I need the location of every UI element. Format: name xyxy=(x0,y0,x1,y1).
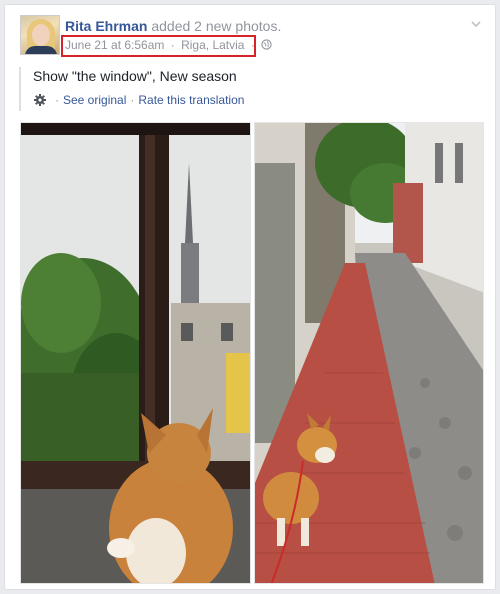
links-separator: · xyxy=(55,93,59,107)
author-name[interactable]: Rita Ehrman xyxy=(65,18,147,34)
dog-on-street-photo[interactable] xyxy=(254,122,484,584)
annotation-highlight-box xyxy=(61,35,256,57)
avatar[interactable] xyxy=(20,15,60,55)
rate-translation-link[interactable]: Rate this translation xyxy=(138,93,244,107)
post-headline: Rita Ehrman added 2 new photos. xyxy=(65,18,281,34)
chevron-down-icon[interactable] xyxy=(469,17,483,31)
translation-links: · See original · Rate this translation xyxy=(33,93,479,107)
translated-text: Show "the window", New season xyxy=(33,68,237,84)
gear-icon[interactable] xyxy=(33,93,47,107)
dog-at-window-photo[interactable] xyxy=(20,122,251,584)
post-action-text: added 2 new photos. xyxy=(151,18,282,34)
see-original-link[interactable]: See original xyxy=(63,93,126,107)
feed-post: Rita Ehrman added 2 new photos. June 21 … xyxy=(4,4,496,590)
globe-icon[interactable] xyxy=(261,39,272,50)
links-separator: · xyxy=(130,93,135,107)
translation-block: Show "the window", New season · See orig… xyxy=(19,67,479,111)
